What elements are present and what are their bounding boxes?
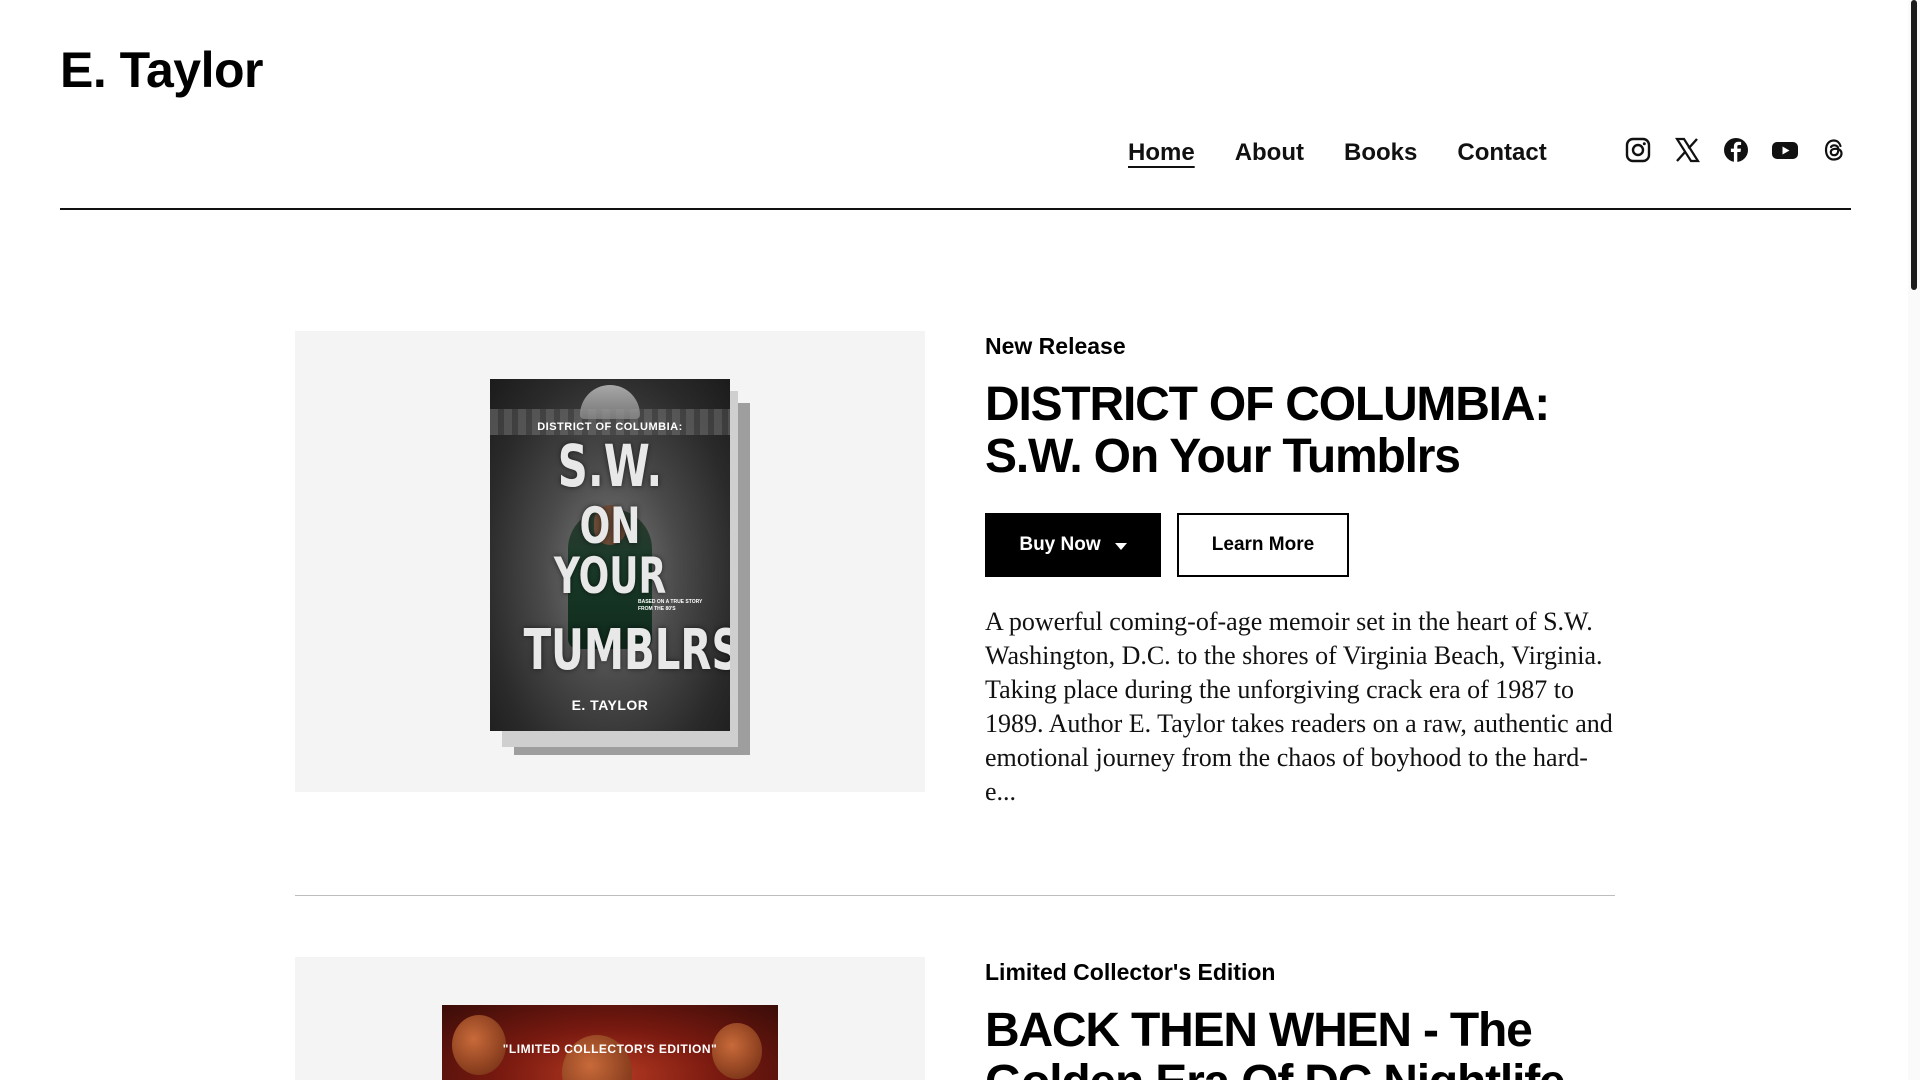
nav-item-contact[interactable]: Contact [1457,137,1546,169]
book-actions: Buy Now Learn More [985,513,1615,577]
cover-title-line2: ON YOUR [553,497,667,605]
facebook-icon[interactable] [1722,136,1750,164]
book-cover-frame[interactable]: DISTRICT OF COLUMBIA: S.W. ON YOUR TUMBL… [295,331,925,792]
book-description: A powerful coming-of-age memoir set in t… [985,607,1613,806]
book-info: New Release DISTRICT OF COLUMBIA: S.W. O… [985,331,1615,809]
book-title-line2: S.W. On Your Tumblrs [985,430,1461,483]
page: E. Taylor Home About Books Contact DISTR… [0,0,1920,1080]
buy-now-label: Buy Now [1019,534,1101,555]
main-nav: Home About Books Contact [1128,137,1547,169]
buy-now-button[interactable]: Buy Now [985,513,1161,577]
cover-label: "LIMITED COLLECTOR'S EDITION" [502,1042,718,1056]
threads-icon[interactable] [1820,136,1848,164]
book-info: Limited Collector's Edition BACK THEN WH… [985,957,1615,1080]
nav-item-books[interactable]: Books [1344,137,1417,169]
nav-item-home[interactable]: Home [1128,137,1195,169]
youtube-icon[interactable] [1771,136,1799,164]
book-cover-image[interactable]: DISTRICT OF COLUMBIA: S.W. ON YOUR TUMBL… [490,379,730,731]
section-divider [295,895,1615,896]
book-tagline: Limited Collector's Edition [985,959,1276,985]
scrollbar-thumb[interactable] [1911,0,1917,290]
cover-title-line3: TUMBLRS [523,618,730,683]
cover-author: E. TAYLOR [571,697,649,713]
book-title[interactable]: DISTRICT OF COLUMBIA: S.W. On Your Tumbl… [985,379,1615,483]
book-title-line2: Golden Era Of DC Nightlife [985,1056,1566,1080]
instagram-icon[interactable] [1624,136,1652,164]
nav-item-about[interactable]: About [1235,137,1304,169]
social-links [1624,136,1848,164]
page-scrollbar[interactable] [1908,0,1920,1080]
site-title[interactable]: E. Taylor [60,40,263,100]
book-cover-frame[interactable]: "LIMITED COLLECTOR'S EDITION" [295,957,925,1080]
capitol-dome [580,385,640,419]
cover-note: BASED ON A TRUE STORY FROM THE 80'S [638,599,703,612]
x-icon[interactable] [1673,136,1701,164]
book-title-line1: DISTRICT OF COLUMBIA: [985,378,1550,431]
learn-more-label: Learn More [1211,534,1315,555]
learn-more-button[interactable]: Learn More [1177,513,1349,577]
cover-title-line1: S.W. [557,432,663,500]
book-title[interactable]: BACK THEN WHEN - The Golden Era Of DC Ni… [985,1005,1615,1080]
book-title-line1: BACK THEN WHEN - The [985,1004,1533,1057]
book-tagline: New Release [985,333,1126,359]
header-divider [60,208,1851,210]
book-cover-image[interactable]: "LIMITED COLLECTOR'S EDITION" [442,1005,778,1080]
chevron-down-icon [1114,542,1127,550]
